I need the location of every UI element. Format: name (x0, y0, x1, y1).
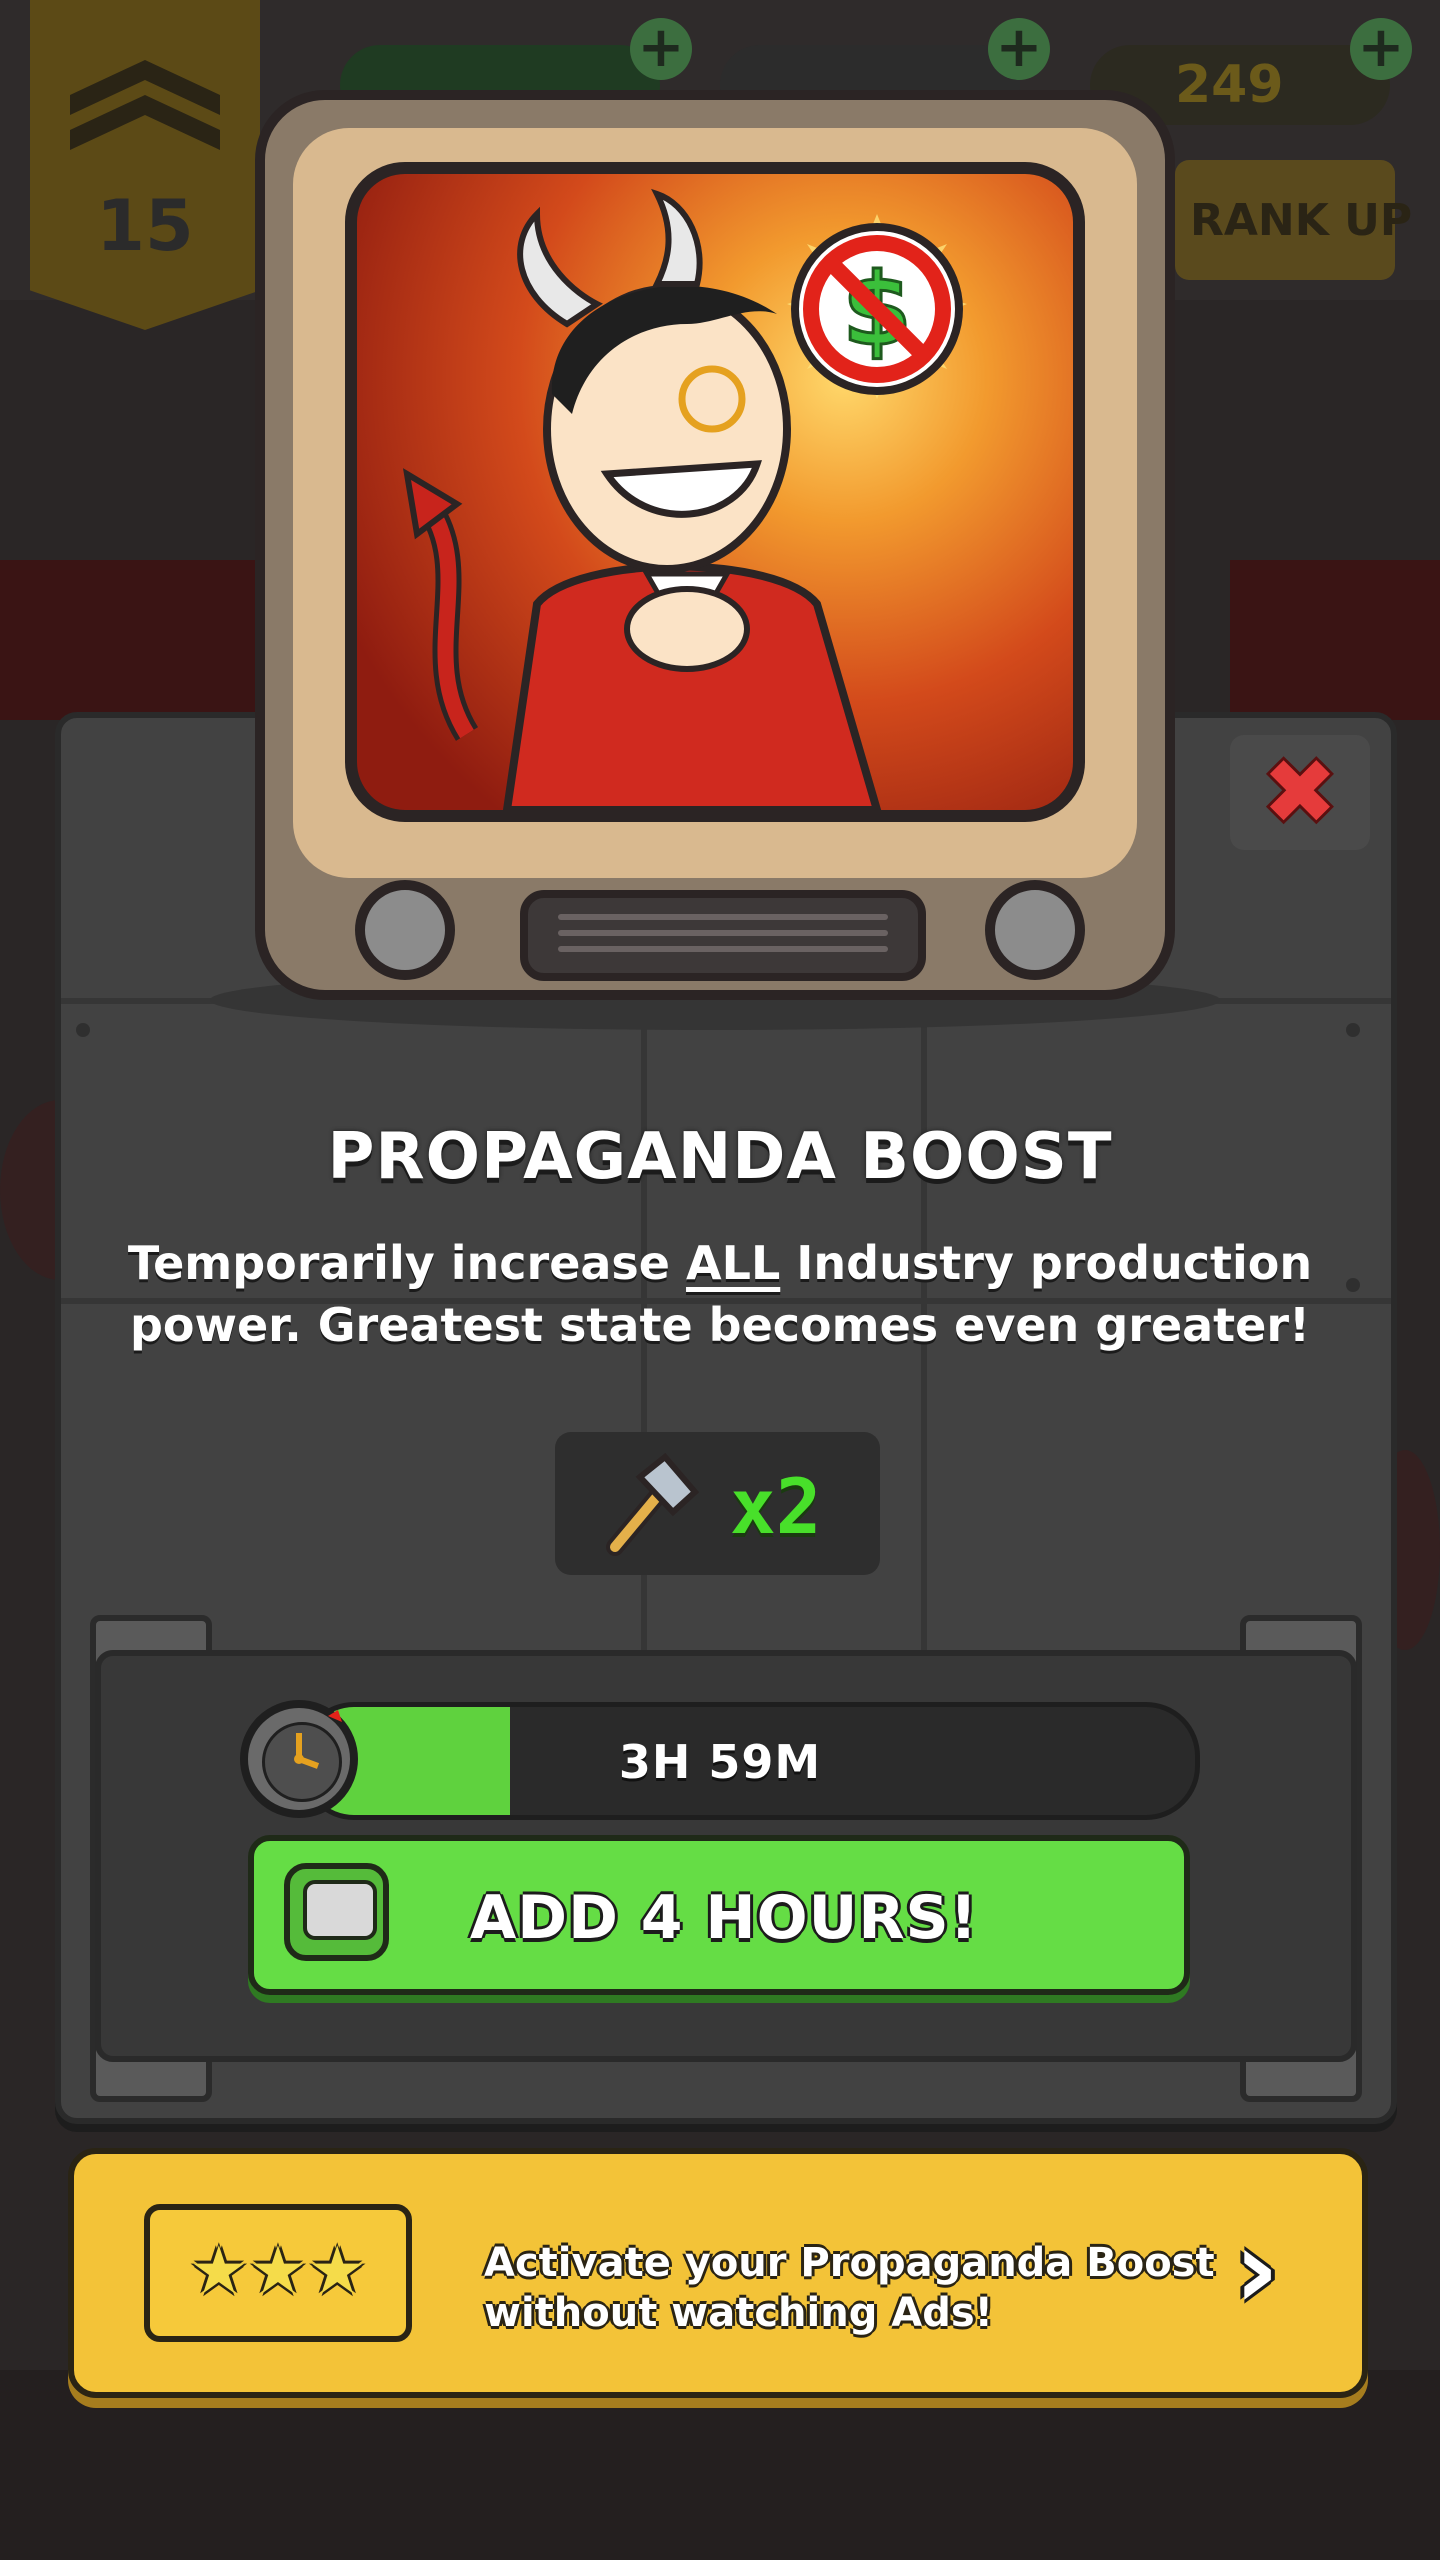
premium-offer-text: Activate your Propaganda Boost without w… (484, 2238, 1244, 2338)
time-remaining-label: 3H 59M (618, 1735, 822, 1789)
tv-knob-right (985, 880, 1085, 980)
add-gold-plus-icon[interactable]: + (1350, 18, 1412, 80)
star-ticket-icon: ★★★ (144, 2204, 412, 2342)
boost-title: PROPAGANDA BOOST (327, 1120, 1113, 1194)
close-icon: ✖ (1262, 739, 1338, 845)
rivet (1346, 1023, 1360, 1037)
description-emphasis: ALL (686, 1236, 781, 1290)
tv-speaker-grille (520, 890, 926, 981)
rivet (76, 1023, 90, 1037)
multiplier-badge (555, 1432, 880, 1575)
gold-amount: 249 (1175, 55, 1284, 115)
add-power-plus-icon[interactable]: + (988, 18, 1050, 80)
tv-frame: $ (255, 90, 1175, 1000)
premium-offer-banner[interactable]: ★★★ Activate your Propaganda Boost witho… (68, 2148, 1368, 2398)
tv-knob-left (355, 880, 455, 980)
industry-row-left (0, 560, 260, 720)
rank-chevron-icon (70, 60, 220, 150)
hammer-icon (606, 1452, 700, 1556)
stopwatch-icon (240, 1700, 358, 1818)
rank-number: 15 (96, 185, 194, 267)
propaganda-illustration: $ (345, 162, 1085, 822)
chevron-right-icon[interactable]: › (1234, 2214, 1279, 2324)
bottom-navigation-bar (0, 2370, 1440, 2560)
three-stars-icon: ★★★ (189, 2232, 367, 2309)
add-button-label: ADD 4 HOURS! (469, 1883, 979, 1953)
premium-text-line2: without watching Ads! (484, 2290, 993, 2336)
premium-text-line1: Activate your Propaganda Boost (484, 2240, 1215, 2286)
add-4-hours-button[interactable]: ADD 4 HOURS! (248, 1835, 1190, 1995)
add-cash-plus-icon[interactable]: + (630, 18, 692, 80)
multiplier-value: x2 (730, 1462, 822, 1551)
tycoon-devil-icon: $ (402, 188, 967, 810)
close-button[interactable]: ✖ (1230, 735, 1370, 850)
rivet (1346, 1278, 1360, 1292)
rank-up-label: RANK UP (1190, 195, 1413, 246)
industry-row-right (1230, 560, 1440, 720)
boost-description: Temporarily increase ALL Industry produc… (127, 1236, 1313, 1352)
